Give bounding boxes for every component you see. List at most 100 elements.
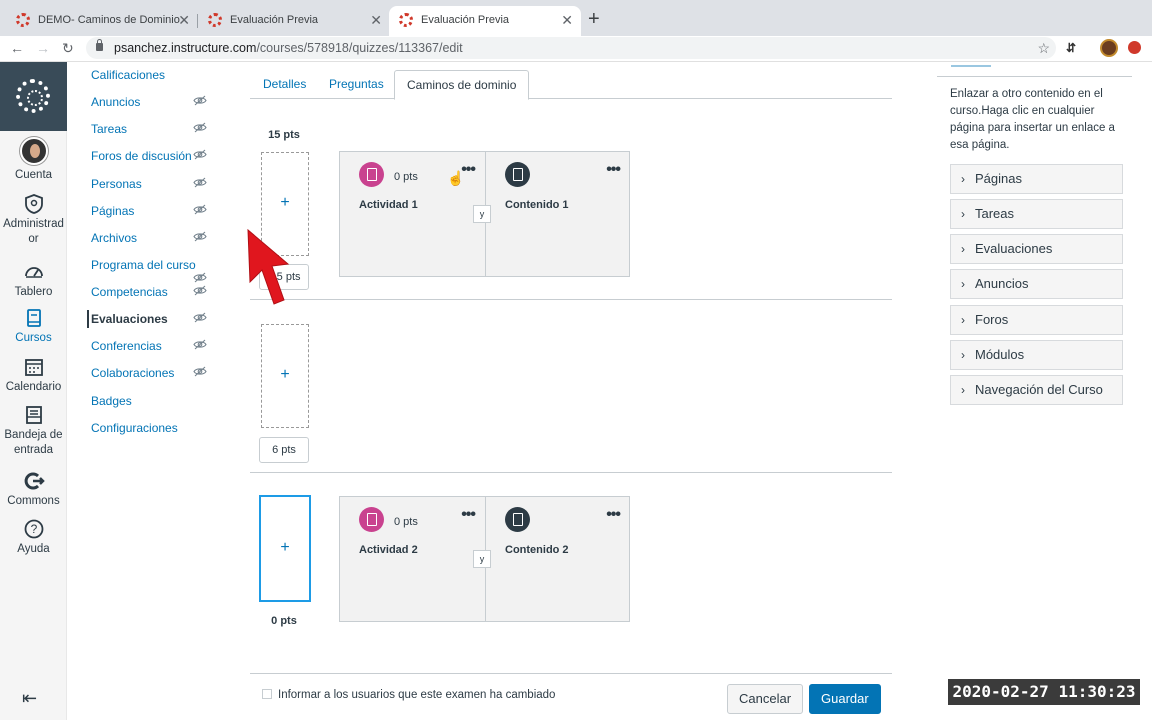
browser-tab-3-active[interactable]: Evaluación Previa ✕ [389, 6, 581, 36]
dashboard-icon [24, 267, 43, 278]
panel-divider [937, 76, 1132, 77]
hidden-eye-icon [193, 272, 207, 283]
panel-description: Enlazar a otro contenido en el curso.Hag… [950, 88, 1115, 151]
more-options-icon[interactable]: ••• [606, 506, 621, 524]
calendar-icon [24, 359, 43, 376]
address-bar[interactable]: psanchez.instructure.com/courses/578918/… [86, 37, 1056, 59]
global-nav-help[interactable]: ? Ayuda [0, 518, 67, 557]
more-options-icon[interactable]: ••• [606, 161, 621, 179]
back-icon[interactable]: ← [10, 38, 24, 58]
assignment-item[interactable]: ••• Contenido 2 [485, 497, 630, 621]
profile-avatar[interactable] [1100, 39, 1118, 57]
collapse-nav-icon[interactable]: ⇤ [22, 688, 37, 709]
active-indicator [87, 310, 89, 328]
course-nav-badges[interactable]: Badges [91, 394, 132, 408]
global-nav-calendar[interactable]: Calendario [0, 356, 67, 395]
course-nav-settings[interactable]: Configuraciones [91, 421, 178, 435]
global-nav-label: Cursos [15, 332, 52, 344]
browser-toolbar: ← → ↻ psanchez.instructure.com/courses/5… [0, 36, 1152, 62]
footer-divider [250, 673, 892, 674]
close-tab-icon[interactable]: ✕ [178, 6, 190, 34]
global-nav-admin[interactable]: Administrad or [0, 193, 67, 247]
range-divider [250, 472, 892, 473]
global-nav-account[interactable]: Cuenta [0, 137, 67, 183]
course-nav-syllabus[interactable]: Programa del curso [91, 258, 196, 272]
notify-users-checkbox[interactable]: Informar a los usuarios que este examen … [262, 689, 555, 701]
assignment-item[interactable]: ••• Contenido 1 [485, 152, 630, 276]
hidden-eye-icon [193, 312, 207, 323]
close-tab-icon[interactable]: ✕ [561, 6, 573, 34]
hidden-eye-icon [193, 177, 207, 188]
accordion-announcements[interactable]: › Anuncios [950, 269, 1123, 299]
assignment-item[interactable]: 0 pts ••• Actividad 2 [340, 497, 485, 621]
svg-text:?: ? [30, 522, 37, 536]
forward-icon[interactable]: → [36, 38, 50, 58]
accordion-modules[interactable]: › Módulos [950, 340, 1123, 370]
browser-tab-title: Evaluación Previa [421, 14, 510, 26]
more-options-icon[interactable]: ••• [461, 506, 476, 524]
hidden-eye-icon [193, 95, 207, 106]
bookmark-star-icon[interactable]: ☆ [1037, 37, 1050, 59]
global-nav-label: Calendario [5, 381, 62, 393]
top-score-label: 15 pts [268, 129, 300, 141]
add-item-slot-selected[interactable]: + [259, 495, 311, 602]
shield-icon [24, 194, 43, 214]
global-nav-label: Ayuda [17, 543, 50, 555]
accordion-assignments[interactable]: › Tareas [950, 199, 1123, 229]
tab-details[interactable]: Detalles [251, 70, 318, 99]
item-title: Contenido 2 [505, 544, 569, 556]
new-tab-icon[interactable]: + [588, 8, 600, 30]
canvas-favicon-icon [16, 13, 30, 27]
range-score-input[interactable]: 6 pts [259, 437, 309, 463]
and-connector[interactable]: y [473, 205, 491, 223]
item-title: Actividad 2 [359, 544, 418, 556]
global-nav-courses[interactable]: Cursos [0, 307, 67, 346]
tab-mastery-paths[interactable]: Caminos de dominio [394, 70, 530, 100]
accordion-discussions[interactable]: › Foros [950, 305, 1123, 335]
course-nav-collaborations[interactable]: Colaboraciones [91, 366, 174, 380]
chevron-right-icon: › [961, 348, 965, 362]
course-nav-discussions[interactable]: Foros de discusión [91, 149, 192, 163]
hidden-eye-icon [193, 339, 207, 350]
checkbox[interactable] [262, 689, 272, 699]
accordion-course-navigation[interactable]: › Navegación del Curso [950, 375, 1123, 405]
and-connector[interactable]: y [473, 550, 491, 568]
browser-tab-1[interactable]: DEMO- Caminos de Dominio ✕ [6, 6, 198, 36]
course-nav-announcements[interactable]: Anuncios [91, 95, 140, 109]
close-tab-icon[interactable]: ✕ [370, 6, 382, 34]
extension-icon[interactable]: ⇵ [1066, 41, 1076, 55]
assignment-icon [359, 162, 384, 187]
hidden-eye-icon [193, 366, 207, 377]
cancel-button[interactable]: Cancelar [727, 684, 804, 714]
course-nav-grades[interactable]: Calificaciones [91, 68, 165, 82]
extension-record-icon[interactable] [1128, 41, 1141, 54]
course-nav-conferences[interactable]: Conferencias [91, 339, 162, 353]
accordion-label: Módulos [975, 347, 1025, 362]
global-nav-commons[interactable]: Commons [0, 470, 67, 509]
video-timestamp: 2020-02-27 11:30:23 [948, 679, 1140, 705]
reload-icon[interactable]: ↻ [62, 38, 74, 58]
browser-tab-2[interactable]: Evaluación Previa ✕ [198, 6, 390, 36]
global-nav-label: Cuenta [14, 169, 53, 181]
global-nav-inbox[interactable]: Bandeja de entrada [0, 404, 67, 458]
course-nav-files[interactable]: Archivos [91, 231, 137, 245]
range-bottom-score: 0 pts [271, 615, 297, 627]
course-nav-pages[interactable]: Páginas [91, 204, 134, 218]
add-item-slot[interactable]: + [261, 324, 309, 428]
accordion-label: Tareas [975, 206, 1015, 221]
canvas-logo[interactable] [0, 62, 67, 131]
range-score-value: 6 pts [272, 444, 296, 456]
browser-tab-strip: DEMO- Caminos de Dominio ✕ Evaluación Pr… [0, 0, 1152, 36]
save-button[interactable]: Guardar [809, 684, 881, 714]
red-arrow-pointer-icon [247, 228, 290, 305]
accordion-pages[interactable]: › Páginas [950, 164, 1123, 194]
course-nav-outcomes[interactable]: Competencias [91, 285, 168, 299]
tab-questions[interactable]: Preguntas [317, 70, 396, 99]
global-nav-dashboard[interactable]: Tablero [0, 261, 67, 300]
course-nav-assignments[interactable]: Tareas [91, 122, 127, 136]
hidden-eye-icon [193, 285, 207, 296]
course-nav-quizzes[interactable]: Evaluaciones [91, 312, 168, 326]
quiz-edit-tabs: Detalles Preguntas Caminos de dominio [250, 70, 892, 100]
accordion-quizzes[interactable]: › Evaluaciones [950, 234, 1123, 264]
course-nav-people[interactable]: Personas [91, 177, 142, 191]
